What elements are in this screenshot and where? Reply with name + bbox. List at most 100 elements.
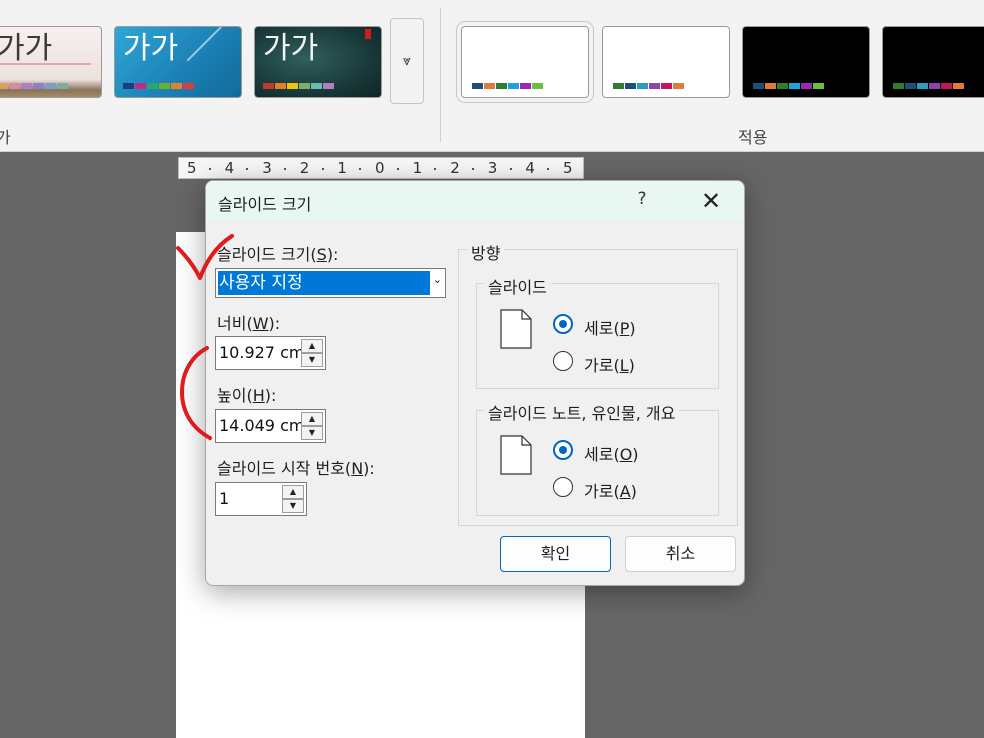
ruler-tick-label: 4	[525, 159, 535, 177]
theme-sample-text: 가가	[263, 31, 319, 66]
height-increment-button[interactable]: ▲	[301, 412, 323, 426]
slides-portrait-radio[interactable]	[553, 314, 573, 334]
group-label-themes: 가	[0, 128, 11, 147]
color-swatch	[21, 83, 32, 89]
group-label-apply: 적용	[738, 128, 768, 147]
slides-portrait-suffix: )	[629, 319, 636, 338]
color-swatch	[45, 83, 56, 89]
ruler-tick-dot	[434, 168, 437, 170]
color-swatch	[123, 83, 134, 89]
color-swatch	[496, 83, 507, 89]
width-decrement-button[interactable]: ▼	[301, 353, 323, 367]
color-swatch	[941, 83, 952, 89]
slides-landscape-text: 가로(	[584, 356, 620, 375]
gallery-more-button[interactable]: ⩔	[390, 18, 424, 104]
width-input[interactable]: 10.927 cm	[219, 343, 301, 363]
start-number-spinner[interactable]: 1 ▲ ▼	[215, 482, 307, 516]
color-swatch	[33, 83, 44, 89]
height-spinner[interactable]: 14.049 cm ▲ ▼	[215, 409, 326, 443]
ruler-tick-dot	[359, 168, 362, 170]
notes-orientation-title: 슬라이드 노트, 유인물, 개요	[484, 400, 680, 424]
height-label-suffix: ):	[264, 386, 277, 405]
color-swatch	[777, 83, 788, 89]
slides-portrait-text: 세로(	[584, 319, 620, 338]
variant-thumbnail-4[interactable]	[882, 26, 984, 98]
color-swatch	[323, 83, 334, 89]
color-swatch	[753, 83, 764, 89]
height-accesskey: H	[252, 386, 265, 405]
notes-portrait-suffix: )	[632, 445, 639, 464]
portrait-page-icon	[500, 435, 532, 475]
ok-button[interactable]: 확인	[500, 536, 611, 572]
slides-landscape-accesskey: L	[619, 356, 629, 375]
notes-portrait-text: 세로(	[584, 445, 620, 464]
cancel-button[interactable]: 취소	[625, 536, 736, 572]
start-number-increment-button[interactable]: ▲	[282, 485, 304, 499]
slides-landscape-label[interactable]: 가로(L)	[584, 352, 635, 376]
ruler-tick-label: 2	[299, 159, 310, 177]
variant-thumbnail-2[interactable]	[602, 26, 730, 98]
notes-landscape-suffix: )	[630, 482, 637, 501]
color-swatch	[183, 83, 194, 89]
close-button[interactable]: ✕	[694, 187, 728, 215]
start-number-decrement-button[interactable]: ▼	[282, 499, 304, 513]
theme-swatches	[263, 83, 334, 89]
variant-swatches	[472, 83, 543, 89]
color-swatch	[673, 83, 684, 89]
theme-streak	[186, 27, 238, 62]
slides-landscape-radio[interactable]	[553, 351, 573, 371]
theme-red-mark	[365, 29, 371, 39]
color-swatch	[661, 83, 672, 89]
ruler-tick-label: 5	[563, 159, 573, 177]
width-spinner[interactable]: 10.927 cm ▲ ▼	[215, 336, 326, 370]
start-number-accesskey: N	[351, 459, 364, 478]
color-swatch	[893, 83, 904, 89]
variant-thumbnail-1[interactable]	[456, 21, 594, 103]
height-decrement-button[interactable]: ▼	[301, 426, 323, 440]
width-increment-button[interactable]: ▲	[301, 339, 323, 353]
notes-portrait-radio[interactable]	[553, 440, 573, 460]
color-swatch	[263, 83, 274, 89]
color-swatch	[532, 83, 543, 89]
ruler-tick-dot	[547, 168, 550, 170]
color-swatch	[649, 83, 660, 89]
color-swatch	[57, 83, 68, 89]
color-swatch	[171, 83, 182, 89]
variant-thumbnail-3[interactable]	[742, 26, 870, 98]
notes-portrait-label[interactable]: 세로(O)	[584, 441, 639, 465]
height-input[interactable]: 14.049 cm	[219, 416, 301, 436]
height-label: 높이(H):	[217, 382, 276, 406]
chevron-down-icon: ⩔	[403, 53, 411, 69]
help-button[interactable]: ?	[632, 189, 652, 213]
slide-size-label-text: 슬라이드 크기(	[217, 245, 317, 264]
ruler-tick-dot	[509, 168, 512, 170]
color-swatch	[765, 83, 776, 89]
theme-thumbnail-2[interactable]: 가가	[114, 26, 242, 98]
slide-size-select[interactable]: 사용자 지정 ⌄	[215, 268, 446, 298]
width-label: 너비(W):	[217, 310, 280, 334]
color-swatch	[147, 83, 158, 89]
ruler-tick-label: 3	[487, 159, 498, 177]
notes-landscape-label[interactable]: 가로(A)	[584, 478, 637, 502]
theme-thumbnail-3[interactable]: 가가	[254, 26, 382, 98]
theme-thumbnail-1[interactable]: 가가	[0, 26, 102, 98]
ruler-tick-label: 2	[450, 159, 460, 177]
notes-landscape-accesskey: A	[619, 482, 631, 501]
notes-landscape-radio[interactable]	[553, 477, 573, 497]
color-swatch	[929, 83, 940, 89]
chevron-down-icon: ⌄	[432, 273, 442, 286]
ribbon-separator	[440, 8, 441, 142]
theme-swatches	[123, 83, 194, 89]
start-number-input[interactable]: 1	[219, 489, 279, 509]
ruler-tick-dot	[284, 168, 286, 170]
start-number-label: 슬라이드 시작 번호(N):	[217, 455, 375, 479]
color-swatch	[953, 83, 964, 89]
color-swatch	[789, 83, 800, 89]
color-swatch	[613, 83, 624, 89]
color-swatch	[311, 83, 322, 89]
ruler-tick-dot	[246, 168, 249, 170]
color-swatch	[917, 83, 928, 89]
slides-portrait-label[interactable]: 세로(P)	[584, 315, 636, 339]
slide-size-label-suffix: ):	[326, 245, 339, 264]
theme-accent-line	[0, 63, 91, 65]
